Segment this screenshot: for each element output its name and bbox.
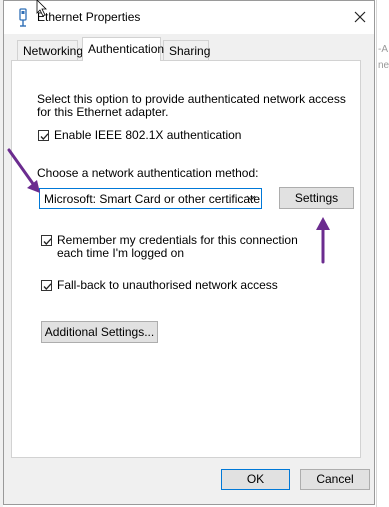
dialog-title: Ethernet Properties: [37, 10, 141, 24]
background-text-fragment: -A: [378, 44, 388, 55]
close-icon: [354, 11, 366, 23]
close-button[interactable]: [346, 4, 374, 30]
additional-settings-button[interactable]: Additional Settings...: [41, 321, 158, 343]
cancel-button-label: Cancel: [316, 472, 354, 486]
settings-button[interactable]: Settings: [279, 187, 354, 209]
screenshot: -A ne Ethernet Properties Networking Aut…: [0, 0, 389, 507]
method-label: Choose a network authentication method:: [37, 166, 259, 180]
fallback-checkbox[interactable]: [41, 280, 52, 291]
fallback-label[interactable]: Fall-back to unauthorised network access: [57, 279, 278, 292]
title-bar[interactable]: Ethernet Properties: [4, 1, 374, 34]
checkmark-icon: [40, 133, 49, 140]
tab-sharing[interactable]: Sharing: [163, 40, 210, 60]
enable-8021x-checkbox[interactable]: [38, 130, 49, 141]
checkmark-icon: [43, 283, 52, 290]
authentication-description: Select this option to provide authentica…: [37, 92, 346, 119]
ok-button-label: OK: [246, 472, 265, 486]
remember-credentials-label[interactable]: Remember my credentials for this connect…: [57, 234, 307, 260]
remember-credentials-checkbox[interactable]: [41, 235, 52, 246]
additional-settings-label: Additional Settings...: [44, 325, 155, 339]
tab-networking[interactable]: Networking: [17, 40, 83, 60]
network-adapter-icon: [16, 8, 30, 28]
background-text-fragment: ne: [378, 60, 389, 71]
settings-button-label: Settings: [294, 191, 339, 205]
ok-button[interactable]: OK: [221, 469, 290, 490]
chevron-down-icon: [246, 195, 256, 201]
enable-8021x-label[interactable]: Enable IEEE 802.1X authentication: [54, 129, 241, 142]
background-window-right-edge: [376, 0, 389, 507]
selected-method: Microsoft: Smart Card or other certifica…: [44, 192, 261, 206]
checkmark-icon: [43, 238, 52, 245]
tab-authentication[interactable]: Authentication: [82, 37, 164, 61]
authentication-method-select[interactable]: Microsoft: Smart Card or other certifica…: [39, 188, 262, 209]
cancel-button[interactable]: Cancel: [300, 469, 370, 490]
